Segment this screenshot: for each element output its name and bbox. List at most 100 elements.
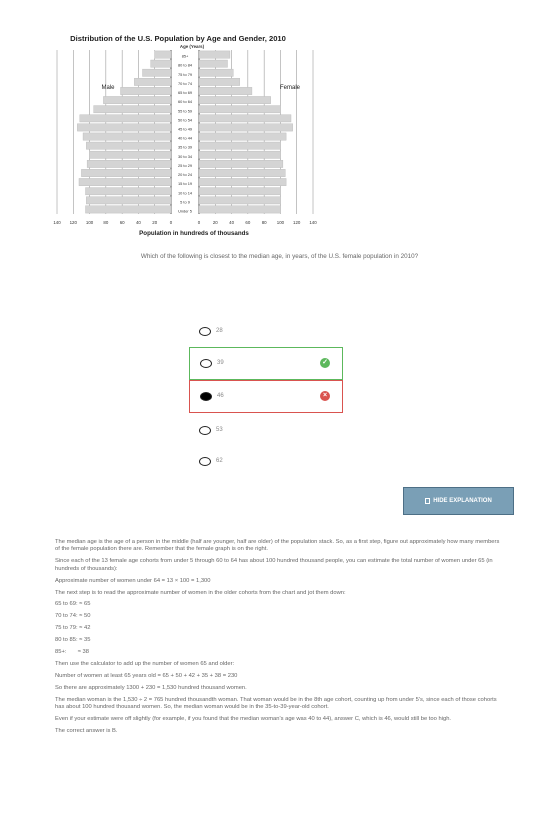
- male-bar: [134, 78, 172, 86]
- male-bar: [85, 187, 172, 196]
- age-category-label: 65 to 69: [178, 90, 192, 95]
- female-bar: [198, 150, 281, 159]
- male-bar: [86, 141, 172, 150]
- radio-button[interactable]: [199, 327, 211, 336]
- age-category-label: 60 to 64: [178, 99, 193, 104]
- female-bar: [198, 105, 281, 114]
- explanation-paragraph: 70 to 74: ≈ 50: [55, 613, 91, 620]
- x-tick-label: 120: [70, 220, 78, 225]
- x-tick-label: 40: [229, 220, 234, 225]
- explanation-paragraph: Approximate number of women under 64 = 1…: [55, 577, 211, 584]
- x-tick-label: 80: [103, 220, 108, 225]
- male-bar: [81, 169, 172, 177]
- explanation-paragraph: So there are approximately 1300 + 230 = …: [55, 684, 247, 691]
- choice-a[interactable]: 28: [189, 318, 343, 348]
- male-bar: [150, 59, 172, 68]
- age-category-label: 40 to 44: [178, 136, 193, 141]
- explanation-paragraph: Even if your estimate were off slightly …: [55, 716, 452, 722]
- choice-b[interactable]: 39 ✓: [189, 347, 343, 380]
- female-bar: [198, 96, 271, 104]
- male-bar: [120, 87, 172, 95]
- age-category-label: 25 to 29: [178, 163, 192, 168]
- female-bar: [198, 178, 287, 186]
- x-tick-label: 60: [245, 220, 250, 225]
- explanation-paragraph: 80 to 85: ≈ 35: [55, 637, 91, 644]
- explanation-paragraph: The correct answer is B.: [55, 727, 118, 734]
- x-tick-label: 80: [262, 220, 267, 225]
- hide-explanation-label: HIDE EXPLANATION: [433, 498, 492, 504]
- explanation-paragraph: The median woman is the 1,530 ÷ 2 = 765 …: [55, 696, 497, 711]
- explanation-paragraph: The next step is to read the approximate…: [55, 589, 346, 596]
- explanation-paragraph: 85+: ≈ 38: [55, 649, 89, 656]
- female-bar: [198, 50, 231, 59]
- age-category-label: 30 to 34: [178, 154, 193, 159]
- x-tick-label: 20: [152, 220, 157, 225]
- explanation-paragraph: 65 to 69: ≈ 65: [55, 601, 91, 608]
- series-label-female: Female: [280, 85, 301, 91]
- choice-label: 53: [216, 427, 223, 433]
- female-bar: [198, 123, 293, 132]
- explanation-paragraph: 75 to 79: ≈ 42: [55, 625, 91, 632]
- female-bar: [198, 160, 284, 168]
- female-bar: [198, 68, 234, 77]
- x-tick-label: 100: [277, 220, 285, 225]
- age-category-label: 75 to 79: [178, 72, 192, 77]
- x-tick-label: 140: [53, 220, 61, 225]
- document-icon: [425, 498, 431, 504]
- radio-button[interactable]: [200, 392, 212, 401]
- male-bar: [82, 132, 172, 141]
- choice-label: 62: [216, 458, 223, 464]
- female-bar: [198, 196, 281, 205]
- choice-label: 28: [216, 328, 223, 334]
- female-bar: [198, 114, 292, 123]
- explanation-paragraph: Since each of the 13 female age cohorts …: [55, 558, 493, 572]
- hide-explanation-button[interactable]: HIDE EXPLANATION: [403, 487, 514, 515]
- age-category-label: 80 to 84: [178, 63, 193, 68]
- explanation-panel: The median age is the age of a person in…: [55, 539, 505, 740]
- male-bar: [86, 196, 172, 205]
- male-bar: [85, 205, 172, 214]
- female-bar: [198, 169, 286, 177]
- age-category-label: 5 to 9: [180, 199, 190, 204]
- series-label-male: Male: [101, 85, 115, 91]
- x-tick-label: 60: [120, 220, 125, 225]
- explanation-paragraph: The median age is the age of a person in…: [55, 539, 500, 553]
- female-bar: [198, 141, 281, 150]
- female-bar: [198, 59, 228, 68]
- chart-title: Distribution of the U.S. Population by A…: [70, 34, 286, 43]
- x-tick-label: 100: [86, 220, 94, 225]
- radio-button[interactable]: [200, 359, 212, 368]
- age-category-label: 15 to 19: [178, 181, 192, 186]
- choice-d[interactable]: 53: [189, 417, 343, 447]
- center-axis-label: Age (Years): [180, 44, 205, 49]
- age-category-label: 45 to 49: [178, 127, 192, 132]
- male-bar: [93, 105, 172, 114]
- age-category-label: 10 to 14: [178, 190, 193, 195]
- explanation-paragraph: Number of women at least 65 years old = …: [55, 672, 238, 679]
- radio-button[interactable]: [199, 457, 211, 466]
- x-tick-label: 120: [293, 220, 301, 225]
- x-tick-label: 0: [198, 220, 201, 225]
- question-text: Which of the following is closest to the…: [140, 253, 419, 260]
- female-bar: [198, 187, 281, 196]
- age-category-label: 50 to 54: [178, 117, 193, 122]
- age-category-label: 85+: [182, 54, 189, 59]
- male-bar: [77, 123, 172, 132]
- check-icon: ✓: [320, 358, 330, 368]
- radio-button[interactable]: [199, 426, 211, 435]
- female-bar: [198, 87, 253, 95]
- male-bar: [142, 68, 172, 77]
- age-category-label: 55 to 59: [178, 108, 192, 113]
- explanation-paragraph: Then use the calculator to add up the nu…: [55, 660, 235, 667]
- choice-label: 46: [217, 393, 224, 399]
- male-bar: [86, 160, 172, 168]
- choice-c[interactable]: 46 ×: [189, 380, 343, 413]
- x-tick-label: 20: [213, 220, 218, 225]
- x-tick-label: 0: [170, 220, 173, 225]
- age-category-label: 70 to 74: [178, 81, 193, 86]
- male-bar: [79, 114, 172, 123]
- choice-e[interactable]: 62: [189, 448, 343, 478]
- age-category-label: 20 to 24: [178, 172, 193, 177]
- x-tick-label: 140: [309, 220, 317, 225]
- choice-label: 39: [217, 360, 224, 366]
